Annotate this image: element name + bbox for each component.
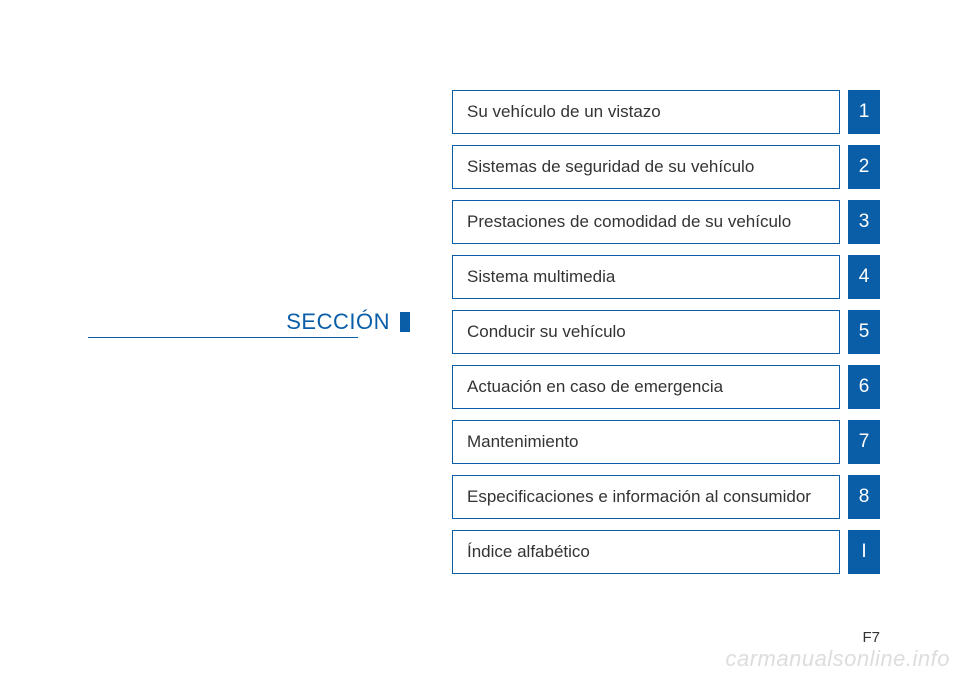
toc-label: Prestaciones de comodidad de su vehículo [452,200,840,244]
toc-number-tab: 6 [848,365,880,409]
section-divider-line [88,337,358,338]
toc-item[interactable]: Mantenimiento 7 [452,420,880,464]
toc-label: Conducir su vehículo [452,310,840,354]
toc-item[interactable]: Prestaciones de comodidad de su vehículo… [452,200,880,244]
toc-label: Índice alfabético [452,530,840,574]
toc-number-tab: 1 [848,90,880,134]
toc-number-tab: 3 [848,200,880,244]
toc-number-tab: 4 [848,255,880,299]
toc-item[interactable]: Sistema multimedia 4 [452,255,880,299]
toc-number-tab: 7 [848,420,880,464]
toc-item[interactable]: Su vehículo de un vistazo 1 [452,90,880,134]
toc-label: Mantenimiento [452,420,840,464]
toc-label: Sistema multimedia [452,255,840,299]
toc-number-tab: 8 [848,475,880,519]
page-number: F7 [862,629,880,646]
toc-label: Sistemas de seguridad de su vehículo [452,145,840,189]
toc-label: Especificaciones e información al consum… [452,475,840,519]
table-of-contents: Su vehículo de un vistazo 1 Sistemas de … [452,90,880,574]
toc-item[interactable]: Especificaciones e información al consum… [452,475,880,519]
toc-item[interactable]: Actuación en caso de emergencia 6 [452,365,880,409]
section-heading: SECCIÓN [286,309,390,335]
watermark: carmanualsonline.info [725,646,950,672]
section-tab-decoration [400,312,410,332]
toc-number-tab: 5 [848,310,880,354]
toc-number-tab: 2 [848,145,880,189]
toc-item[interactable]: Sistemas de seguridad de su vehículo 2 [452,145,880,189]
toc-label: Actuación en caso de emergencia [452,365,840,409]
toc-item[interactable]: Índice alfabético I [452,530,880,574]
toc-label: Su vehículo de un vistazo [452,90,840,134]
toc-item[interactable]: Conducir su vehículo 5 [452,310,880,354]
toc-number-tab: I [848,530,880,574]
